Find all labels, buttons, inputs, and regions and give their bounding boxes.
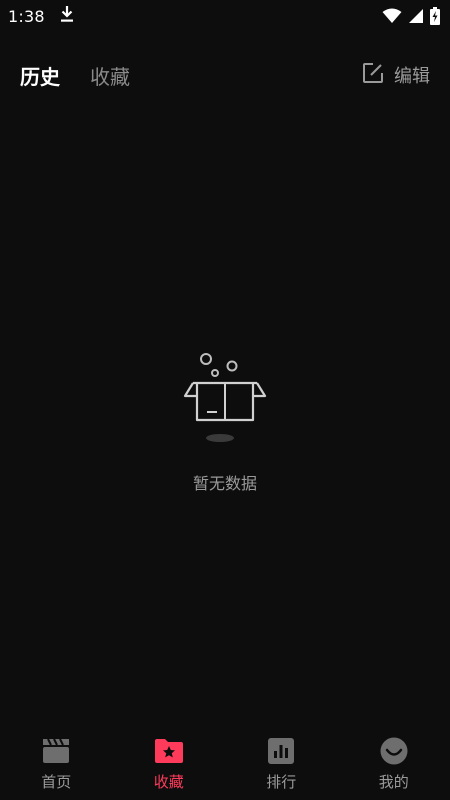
nav-item-home[interactable]: 首页 — [0, 736, 112, 792]
battery-charging-icon — [430, 7, 440, 25]
bottom-nav: 首页 收藏 排行 我的 — [0, 728, 450, 800]
smiley-icon — [379, 736, 409, 766]
app-screen: 1:38 历史 收藏 编辑 暂无数据 首页 收藏 排行 我的 — [0, 0, 450, 800]
nav-item-ranking[interactable]: 排行 — [225, 736, 337, 792]
clapperboard-icon — [41, 736, 71, 766]
tab-history[interactable]: 历史 — [20, 61, 60, 90]
status-left: 1:38 — [8, 5, 75, 27]
nav-label-mine: 我的 — [378, 773, 409, 791]
status-time: 1:38 — [8, 6, 45, 26]
edit-label: 编辑 — [394, 66, 430, 87]
header: 历史 收藏 编辑 — [0, 52, 450, 98]
nav-label-ranking: 排行 — [266, 773, 297, 791]
signal-icon — [408, 8, 424, 24]
nav-label-favorites: 收藏 — [153, 773, 184, 791]
empty-state: 暂无数据 — [0, 348, 450, 494]
edit-button[interactable]: 编辑 — [362, 62, 430, 88]
empty-box-icon — [180, 348, 270, 452]
edit-icon — [362, 62, 384, 88]
wifi-icon — [382, 8, 402, 24]
star-folder-icon — [154, 736, 184, 766]
nav-item-favorites[interactable]: 收藏 — [113, 736, 225, 792]
empty-state-text: 暂无数据 — [192, 474, 257, 493]
tab-favorites[interactable]: 收藏 — [90, 61, 130, 90]
tab-bar: 历史 收藏 — [20, 61, 130, 90]
status-bar: 1:38 — [0, 0, 450, 32]
status-right — [382, 7, 440, 25]
nav-label-home: 首页 — [41, 773, 72, 791]
download-icon — [59, 5, 75, 27]
ranking-chart-icon — [266, 736, 296, 766]
nav-item-mine[interactable]: 我的 — [338, 736, 450, 792]
